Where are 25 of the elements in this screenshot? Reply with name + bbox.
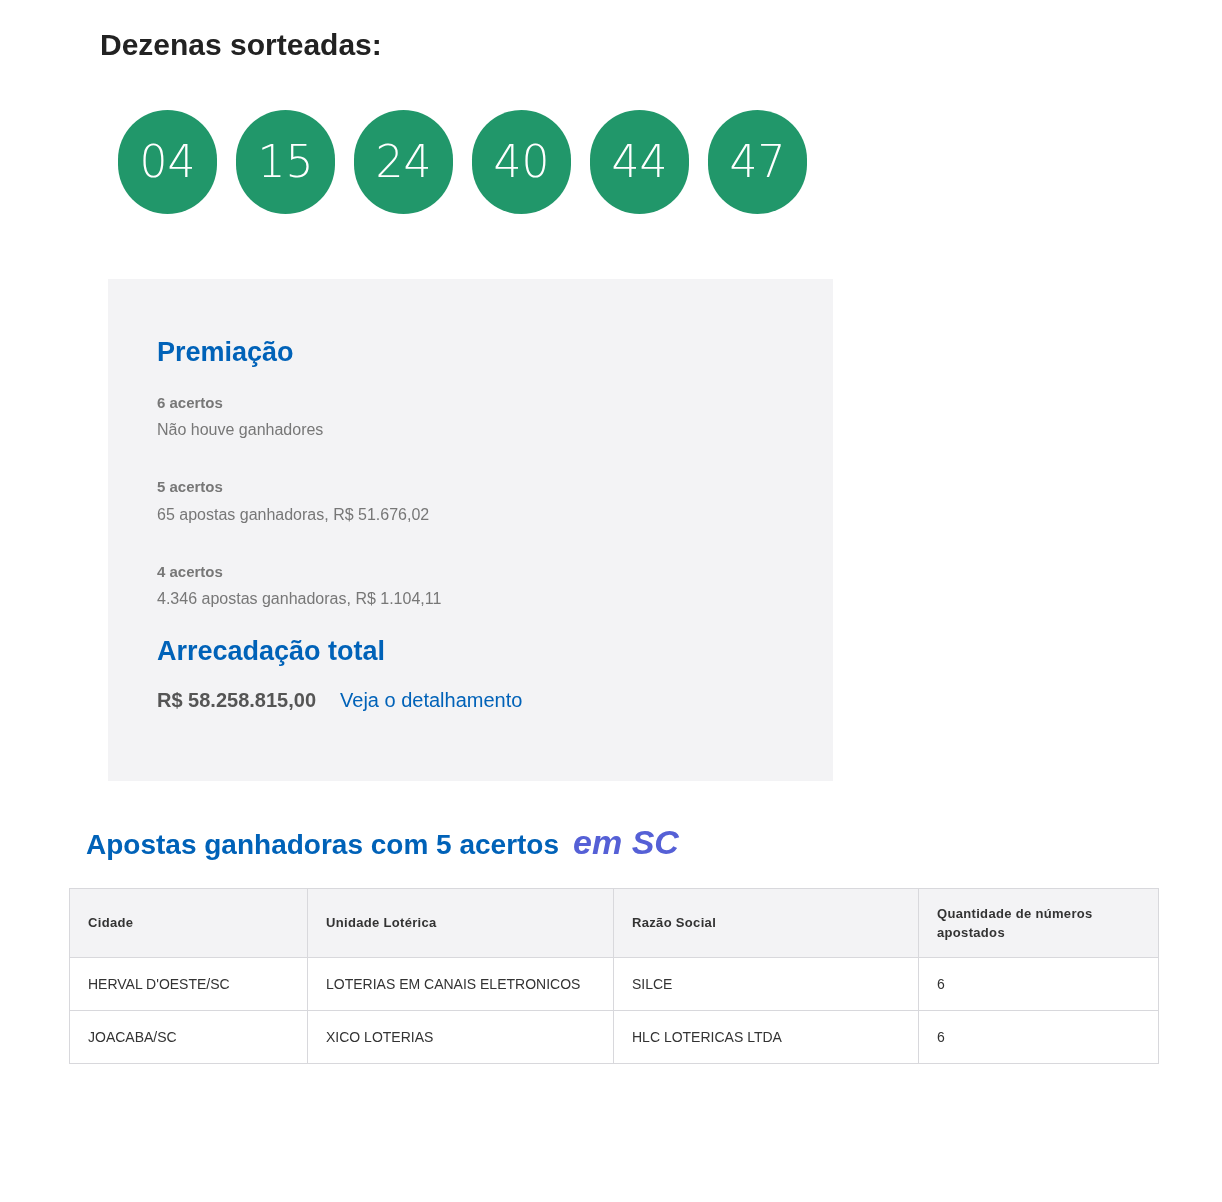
table-cell: HERVAL D'OESTE/SC: [69, 957, 308, 1011]
tier-label: 6 acertos: [157, 392, 223, 413]
table-cell: SILCE: [613, 957, 919, 1011]
table-cell: JOACABA/SC: [69, 1010, 308, 1064]
total-title: Arrecadação total: [157, 635, 386, 669]
table-cell: XICO LOTERIAS: [307, 1010, 614, 1064]
winners-title: Apostas ganhadoras com 5 acertos: [86, 828, 560, 862]
tier-label: 5 acertos: [157, 477, 223, 498]
tier-label: 4 acertos: [157, 561, 223, 582]
table-cell: 6: [918, 957, 1159, 1011]
section-heading: Dezenas sorteadas:: [100, 30, 382, 60]
details-link[interactable]: Veja o detalhamento: [340, 685, 523, 715]
column-header: Unidade Lotérica: [307, 888, 614, 958]
table-cell: LOTERIAS EM CANAIS ELETRONICOS: [307, 957, 614, 1011]
column-header: Quantidade de números apostados: [918, 888, 1159, 958]
winners-title-state: em SC: [573, 822, 679, 863]
column-header: Cidade: [69, 888, 308, 958]
column-header: Razão Social: [613, 888, 919, 958]
table-cell: 6: [918, 1010, 1159, 1064]
table-cell: HLC LOTERICAS LTDA: [613, 1010, 919, 1064]
tier-result: 4.346 apostas ganhadoras, R$ 1.104,11: [157, 589, 442, 610]
prize-title: Premiação: [157, 336, 294, 369]
total-value: R$ 58.258.815,00: [157, 688, 317, 713]
tier-result: Não houve ganhadores: [157, 420, 324, 441]
tier-result: 65 apostas ganhadoras, R$ 51.676,02: [157, 504, 430, 525]
